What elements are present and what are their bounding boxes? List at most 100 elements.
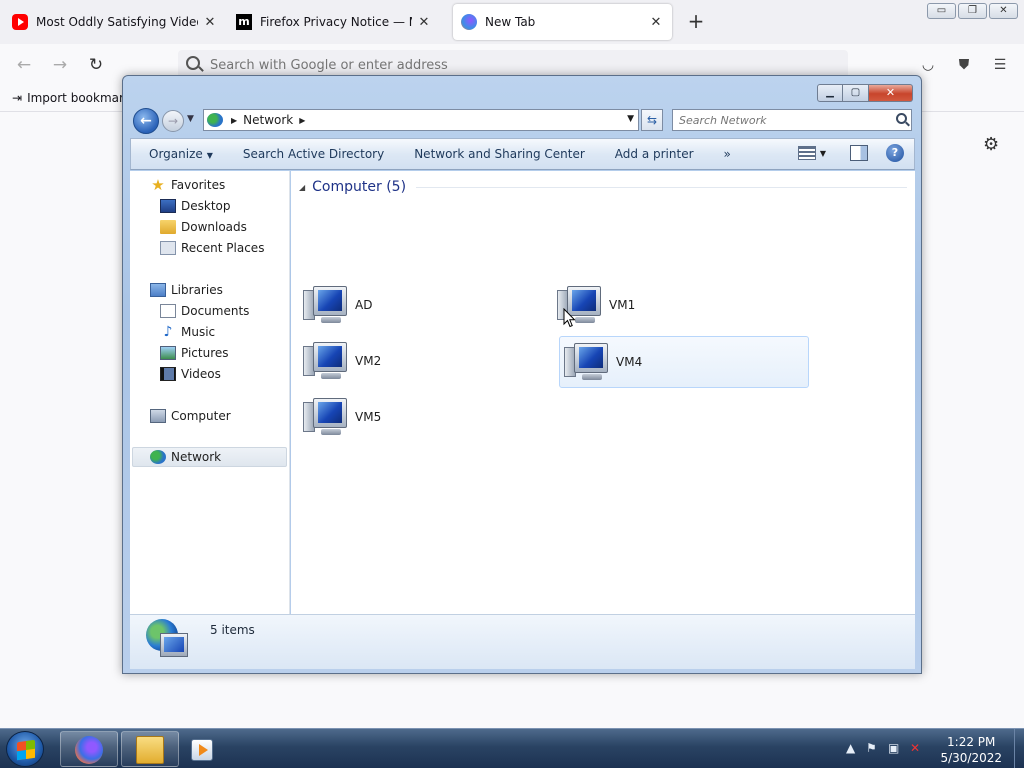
videos-icon bbox=[160, 367, 176, 381]
close-button[interactable]: ✕ bbox=[989, 3, 1018, 19]
nav-downloads[interactable]: Downloads bbox=[160, 217, 247, 237]
breadcrumb-chevron-icon[interactable]: ▶ bbox=[231, 116, 237, 125]
refresh-button[interactable]: ⇆ bbox=[641, 109, 663, 131]
breadcrumb-chevron-icon[interactable]: ▶ bbox=[299, 116, 305, 125]
search-active-directory-button[interactable]: Search Active Directory bbox=[228, 147, 399, 161]
computer-item-ad[interactable]: AD bbox=[299, 279, 549, 331]
pocket-icon[interactable]: ◡ bbox=[919, 56, 937, 74]
url-input[interactable] bbox=[210, 55, 810, 75]
volume-muted-icon[interactable]: ✕ bbox=[910, 741, 920, 755]
nav-label: Computer bbox=[171, 409, 231, 423]
nav-label: Videos bbox=[181, 367, 221, 381]
computer-icon bbox=[303, 396, 349, 438]
preview-pane-icon[interactable] bbox=[850, 145, 868, 161]
computer-icon bbox=[564, 341, 610, 383]
nav-videos[interactable]: Videos bbox=[160, 364, 221, 384]
computer-item-vm5[interactable]: VM5 bbox=[299, 391, 549, 443]
network-icon bbox=[150, 450, 166, 464]
reload-icon[interactable]: ↻ bbox=[85, 54, 107, 76]
more-commands-button[interactable]: » bbox=[709, 147, 746, 161]
ublock-shield-icon[interactable]: ⛊ bbox=[955, 56, 973, 74]
file-list: ◢ Computer (5) AD VM1 VM2 VM4 VM5 bbox=[291, 171, 915, 614]
mozilla-icon: m bbox=[236, 14, 252, 30]
view-controls: ▼ ? bbox=[797, 144, 904, 162]
tab-new-tab[interactable]: New Tab ✕ bbox=[453, 4, 672, 40]
explorer-minimize-button[interactable]: ▁ bbox=[817, 84, 843, 102]
change-view-icon[interactable] bbox=[797, 146, 816, 160]
close-icon[interactable]: ✕ bbox=[648, 15, 664, 30]
details-pane: 5 items bbox=[130, 614, 915, 669]
address-row: ← → ▼ ▶ Network ▶ ▼ ⇆ bbox=[131, 107, 915, 135]
back-arrow-icon[interactable]: ← bbox=[13, 54, 35, 76]
network-tray-icon[interactable]: ▣ bbox=[888, 741, 899, 755]
tab-youtube[interactable]: Most Oddly Satisfying Video to ✕ bbox=[4, 4, 226, 40]
tab-firefox-privacy[interactable]: m Firefox Privacy Notice — Mozilla ✕ bbox=[228, 4, 440, 40]
computer-item-vm2[interactable]: VM2 bbox=[299, 335, 549, 387]
explorer-maximize-button[interactable]: ▢ bbox=[843, 84, 869, 102]
nav-computer[interactable]: Computer bbox=[150, 406, 231, 426]
chevron-down-icon: ▼ bbox=[206, 151, 213, 160]
group-header[interactable]: ◢ Computer (5) bbox=[299, 177, 907, 197]
taskbar-explorer[interactable] bbox=[121, 731, 179, 767]
browser-window-controls: ▭ ❐ ✕ bbox=[927, 3, 1018, 19]
nav-desktop[interactable]: Desktop bbox=[160, 196, 231, 216]
tab-title: Firefox Privacy Notice — Mozilla bbox=[260, 15, 412, 29]
forward-arrow-icon[interactable]: → bbox=[162, 110, 184, 132]
nav-recent-places[interactable]: Recent Places bbox=[160, 238, 264, 258]
system-clock[interactable]: 1:22 PM 5/30/2022 bbox=[940, 734, 1002, 766]
explorer-close-button[interactable]: ✕ bbox=[869, 84, 913, 102]
taskbar-media-player[interactable] bbox=[182, 731, 226, 767]
nav-label: Downloads bbox=[181, 220, 247, 234]
chevron-down-icon[interactable]: ▼ bbox=[820, 149, 826, 158]
computer-name: AD bbox=[355, 298, 373, 312]
hamburger-menu-icon[interactable]: ☰ bbox=[991, 56, 1009, 74]
navigation-pane: ★ Favorites Desktop Downloads Recent Plac… bbox=[130, 171, 290, 614]
tab-title: New Tab bbox=[485, 15, 536, 29]
computer-name: VM2 bbox=[355, 354, 382, 368]
nav-documents[interactable]: Documents bbox=[160, 301, 249, 321]
show-hidden-icons-icon[interactable]: ▲ bbox=[846, 741, 855, 755]
desktop-icon bbox=[160, 199, 176, 213]
close-icon[interactable]: ✕ bbox=[416, 15, 432, 30]
recent-pages-dropdown[interactable]: ▼ bbox=[187, 114, 194, 124]
computer-item-vm4[interactable]: VM4 bbox=[559, 336, 809, 388]
help-icon[interactable]: ? bbox=[886, 144, 904, 162]
taskbar-firefox[interactable] bbox=[60, 731, 118, 767]
computer-name: VM1 bbox=[609, 298, 636, 312]
nav-label: Libraries bbox=[171, 283, 223, 297]
nav-label: Network bbox=[171, 450, 222, 464]
star-icon: ★ bbox=[151, 176, 165, 194]
back-arrow-icon[interactable]: ← bbox=[133, 108, 159, 134]
youtube-icon bbox=[12, 14, 28, 30]
breadcrumb-network[interactable]: Network bbox=[243, 113, 293, 127]
organize-button[interactable]: Organize ▼ bbox=[131, 147, 228, 161]
nav-favorites[interactable]: ★ Favorites bbox=[150, 175, 225, 195]
tab-title: Most Oddly Satisfying Video to bbox=[36, 15, 198, 29]
clock-date: 5/30/2022 bbox=[940, 751, 1002, 765]
nav-pictures[interactable]: Pictures bbox=[160, 343, 229, 363]
forward-arrow-icon[interactable]: → bbox=[49, 54, 71, 76]
chevron-down-icon[interactable]: ▼ bbox=[627, 114, 634, 124]
computer-item-vm1[interactable]: VM1 bbox=[553, 279, 803, 331]
new-tab-button[interactable]: + bbox=[684, 10, 708, 34]
music-icon: ♪ bbox=[163, 324, 173, 340]
nav-label: Documents bbox=[181, 304, 250, 318]
firefox-icon bbox=[75, 736, 103, 764]
close-icon[interactable]: ✕ bbox=[202, 15, 218, 30]
network-sharing-center-button[interactable]: Network and Sharing Center bbox=[399, 147, 600, 161]
gear-icon[interactable]: ⚙ bbox=[983, 134, 999, 155]
collapse-triangle-icon[interactable]: ◢ bbox=[299, 183, 305, 192]
group-title: Computer (5) bbox=[312, 179, 407, 195]
address-bar[interactable]: ▶ Network ▶ ▼ bbox=[203, 109, 639, 131]
minimize-button[interactable]: ▭ bbox=[927, 3, 956, 19]
explorer-search-input[interactable] bbox=[679, 112, 879, 128]
add-printer-button[interactable]: Add a printer bbox=[600, 147, 709, 161]
nav-network[interactable]: Network bbox=[132, 447, 287, 467]
start-button[interactable] bbox=[6, 731, 44, 767]
nav-libraries[interactable]: Libraries bbox=[150, 280, 223, 300]
explorer-search-box[interactable] bbox=[672, 109, 912, 131]
show-desktop-button[interactable] bbox=[1014, 729, 1024, 768]
nav-music[interactable]: ♪ Music bbox=[160, 322, 216, 342]
action-center-flag-icon[interactable]: ⚑ bbox=[866, 741, 877, 755]
restore-button[interactable]: ❐ bbox=[958, 3, 987, 19]
